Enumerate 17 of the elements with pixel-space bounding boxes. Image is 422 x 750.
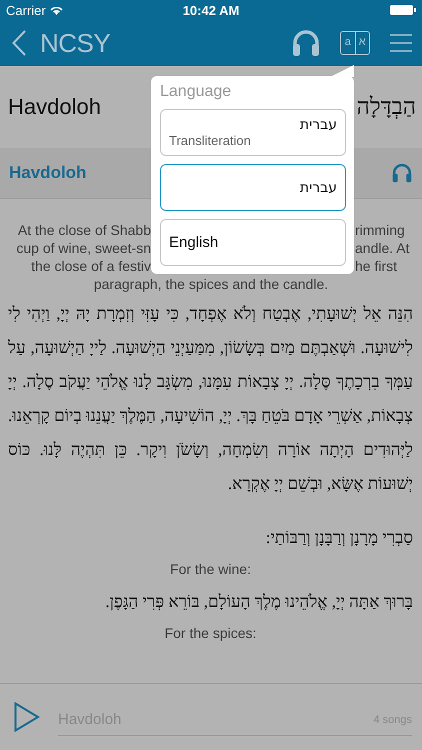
hebrew-verse: הִנֵּה אֵל יְשׁוּעָתִי, אֶבְטַח וְלֹא אֶפְחָד, כִּי עָזִּי וְזִמְרָת יָהּ יְיָ, וַיְהִי לִי לִישׁוּעָה. וּשְׁאַבְתֶּם מַיִם בְּשָׂשׂוֹן, מִמַּעַיְנֵי הַיְשׁוּעָה. לַייָ הַיְשׁוּעָה, עַל עַמְּךָ בִרְכָתֶךָ סֶּלָה. יְיָ צְבָאוֹת עִמָּנוּ, מִשְׂגָּב לָנוּ אֱלֹהֵי יַעֲקֹב סֶלָה. יְיָ צְבָאוֹת, אַשְׁרֵי אָדָם בֹּטֵחַ בָּךְ. יְיָ, הוֹשִׁיעָה, הַמֶּלֶךְ יַעֲנֵנוּ בְיוֹם קָרְאֵנוּ. לַיְּהוּדִים הָיְתָה אוֹרָה וְשִׂמְחָה, וְשָׂשֹׂן וִיקָר. כֵּן תִּהְיֶה לָּנוּ. כּוֹס יְשׁוּעוֹת אֶשָּׂא, וּבְשֵׁם יְיָ אֶקְרָא.: [8, 303, 413, 495]
blessing-label: For the spices:: [164, 625, 258, 641]
description-text: At the close of Shabb: [16, 221, 151, 239]
carrier-label: Carrier: [6, 2, 46, 18]
description-text: cup of wine, sweet-sn: [15, 239, 151, 257]
hebrew-verse: סַבְרִי מָרָנָן וְרַבָּנָן וְרַבּוֹתַי:: [264, 527, 413, 549]
hebrew-verse: בָּרוּךְ אַתָּה יְיָ, אֱלֹהֵינוּ מֶלֶךְ הָעוֹלָם, בּוֹרֵא פְּרִי הַגָּפֶן.: [104, 591, 413, 613]
description-text: paragraph, the spices and the candle.: [92, 275, 330, 293]
description-text: he first: [355, 257, 398, 275]
description-text: the close of a festiv: [30, 257, 151, 275]
description-text: andle. At: [355, 239, 410, 257]
popover-title: Language: [160, 83, 232, 101]
page-title: Havdoloh: [8, 94, 101, 120]
hebrew-title: הַבְדָּלָה: [356, 94, 416, 120]
clock-time: 10:42 AM: [182, 2, 240, 18]
blessing-label: For the wine:: [169, 561, 252, 577]
description-text: rimming: [355, 221, 406, 239]
